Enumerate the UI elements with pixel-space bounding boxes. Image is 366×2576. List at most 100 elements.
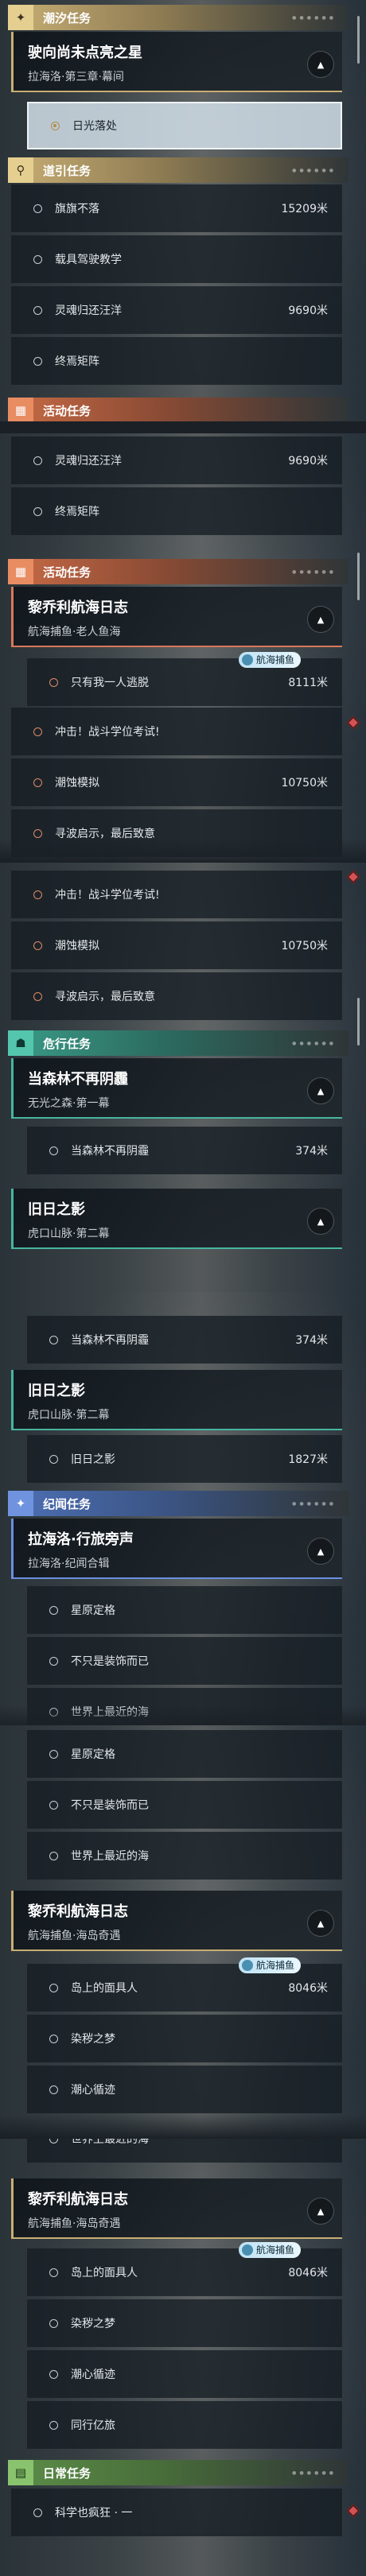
mission-card[interactable]: 当森林不再阴霾 无光之森·第一幕 ▲: [11, 1058, 342, 1119]
task-distance: 8111米: [288, 677, 328, 689]
task-label: 潮心循迹: [71, 2084, 115, 2097]
task-row[interactable]: 终焉矩阵: [11, 487, 342, 535]
task-row[interactable]: 岛上的面具人 8046米 航海捕鱼: [27, 1957, 342, 2012]
task-label: 潮蚀模拟: [55, 777, 99, 789]
fishing-tag: 航海捕鱼: [238, 2242, 301, 2258]
alert-diamond-icon: [346, 2504, 360, 2518]
alert-diamond-icon: [346, 716, 360, 730]
task-row[interactable]: 岛上的面具人 8046米 航海捕鱼: [27, 2242, 342, 2296]
task-row[interactable]: 潮心循迹: [27, 2350, 342, 2398]
task-row[interactable]: 灵魂归还汪洋 9690米: [11, 436, 342, 484]
task-row-selected[interactable]: 日光落处: [27, 102, 342, 149]
category-title: 日常任务: [43, 2465, 92, 2481]
chevron-up-icon[interactable]: ▲: [307, 51, 334, 78]
status-ring-icon: [49, 1656, 58, 1666]
mission-subtitle: 无光之森·第一幕: [28, 1097, 110, 1110]
task-row[interactable]: 世界上最近的海: [27, 1832, 342, 1880]
status-ring-icon: [49, 2268, 58, 2277]
mission-subtitle: 拉海洛·第三章·幕间: [28, 71, 124, 83]
mission-card[interactable]: 黎乔利航海日志 航海捕鱼·老人鱼海 ▲: [11, 587, 342, 647]
task-row[interactable]: 星原定格: [27, 1586, 342, 1634]
task-row[interactable]: 灵魂归还汪洋 9690米: [11, 286, 342, 334]
task-row[interactable]: 冲击！战斗学位考试!: [11, 708, 342, 755]
task-label: 冲击！战斗学位考试!: [55, 889, 160, 902]
category-title: 活动任务: [43, 403, 92, 418]
screen-frame-4: 当森林不再阴霾 374米 旧日之影 虎口山脉·第二幕 旧日之影 1827米 ✦ …: [0, 1292, 366, 1725]
category-daily[interactable]: ▤ 日常任务 ● ● ● ● ● ●: [8, 2460, 348, 2485]
screen-frame-3: 冲击！战斗学位考试! 潮蚀模拟 10750米 寻波启示，最后致意 ☗ 危行任务 …: [0, 863, 366, 1292]
task-row[interactable]: 当森林不再阴霾 374米: [27, 1316, 342, 1364]
task-label: 终焉矩阵: [55, 506, 99, 518]
task-label: 旧日之影: [71, 1453, 115, 1466]
mission-card[interactable]: 旧日之影 虎口山脉·第二幕 ▲: [11, 1189, 342, 1249]
task-row[interactable]: 当森林不再阴霾 374米: [27, 1127, 342, 1174]
mission-subtitle: 航海捕鱼·老人鱼海: [28, 626, 121, 638]
task-row[interactable]: 世界上最近的海: [27, 2139, 342, 2163]
task-label: 当森林不再阴霾: [71, 1145, 149, 1158]
task-row[interactable]: 科学也疯狂 · 一: [11, 2489, 342, 2536]
status-ring-icon: [33, 890, 42, 899]
task-row[interactable]: 旗旗不落 15209米: [11, 184, 342, 232]
task-row[interactable]: 旧日之影 1827米: [27, 1435, 342, 1483]
chevron-up-icon[interactable]: ▲: [307, 1208, 334, 1235]
status-ring-icon: [49, 1800, 58, 1810]
status-ring-icon: [33, 305, 42, 315]
task-row[interactable]: 寻波启示，最后致意: [11, 972, 342, 1020]
chevron-up-icon[interactable]: ▲: [307, 1910, 334, 1937]
task-row[interactable]: 不只是装饰而已: [27, 1781, 342, 1829]
divider: [14, 646, 342, 647]
decor-dots: ● ● ● ● ● ●: [292, 167, 334, 173]
task-row[interactable]: 潮心循迹: [27, 2066, 342, 2113]
status-ring-icon: [49, 2420, 58, 2430]
calendar-icon: ▦: [8, 398, 33, 421]
screen-frame-2: 灵魂归还汪洋 9690米 终焉矩阵 ▦ 活动任务 ● ● ● ● ● ● 黎乔利…: [0, 433, 366, 863]
mission-card[interactable]: 黎乔利航海日志 航海捕鱼·海岛奇遇 ▲: [11, 1891, 342, 1951]
mission-card[interactable]: 旧日之影 虎口山脉·第二幕: [11, 1370, 342, 1430]
task-label: 不只是装饰而已: [71, 1655, 149, 1668]
mission-title: 黎乔利航海日志: [28, 599, 128, 616]
task-label: 灵魂归还汪洋: [55, 455, 122, 467]
task-label: 潮心循迹: [71, 2368, 115, 2381]
chevron-up-icon[interactable]: ▲: [307, 606, 334, 633]
task-row[interactable]: 潮蚀模拟 10750米: [11, 758, 342, 806]
task-row[interactable]: 冲击！战斗学位考试!: [11, 871, 342, 918]
task-distance: 15209米: [281, 203, 328, 215]
task-label: 灵魂归还汪洋: [55, 305, 122, 317]
task-label: 不只是装饰而已: [71, 1799, 149, 1812]
category-activity[interactable]: ▦ 活动任务 ● ● ● ● ● ●: [8, 559, 348, 584]
mission-card[interactable]: 驶向尚未点亮之星 拉海洛·第三章·幕间 ▲: [11, 32, 342, 92]
status-ring-icon: [49, 2139, 58, 2143]
task-row[interactable]: 星原定格: [27, 1730, 342, 1778]
task-row[interactable]: 同行亿旅: [27, 2401, 342, 2449]
category-activity-partial[interactable]: ▦ 活动任务: [8, 398, 348, 421]
task-distance: 1827米: [288, 1453, 328, 1466]
screen-frame-5: 星原定格 不只是装饰而已 世界上最近的海 黎乔利航海日志 航海捕鱼·海岛奇遇 ▲…: [0, 1725, 366, 2139]
task-label: 冲击！战斗学位考试!: [55, 726, 160, 739]
mission-card[interactable]: 拉海洛·行旅旁声 拉海洛·纪闻合辑 ▲: [11, 1519, 342, 1579]
scrollbar[interactable]: [357, 998, 360, 1046]
task-row[interactable]: 潮蚀模拟 10750米: [11, 921, 342, 969]
category-record[interactable]: ✦ 纪闻任务 ● ● ● ● ● ●: [8, 1491, 348, 1516]
category-guide[interactable]: ⚲ 道引任务 ● ● ● ● ● ●: [8, 157, 348, 183]
task-row[interactable]: 不只是装饰而已: [27, 1637, 342, 1685]
task-row[interactable]: 染秽之梦: [27, 2015, 342, 2062]
mission-card[interactable]: 黎乔利航海日志 航海捕鱼·海岛奇遇 ▲: [11, 2178, 342, 2239]
status-ring-icon: [49, 677, 58, 687]
chevron-up-icon[interactable]: ▲: [307, 1077, 334, 1104]
scrollbar[interactable]: [357, 553, 360, 600]
scrollbar[interactable]: [357, 16, 360, 64]
task-label: 潮蚀模拟: [55, 940, 99, 952]
task-row[interactable]: 染秽之梦: [27, 2299, 342, 2347]
decor-dots: ● ● ● ● ● ●: [292, 568, 334, 575]
task-row[interactable]: 只有我一人逃脱 8111米 航海捕鱼: [27, 652, 342, 706]
task-distance: 10750米: [281, 940, 328, 952]
screen-frame-1: ✦ 潮汐任务 ● ● ● ● ● ● 驶向尚未点亮之星 拉海洛·第三章·幕间 ▲…: [0, 0, 366, 421]
task-row[interactable]: 载具驾驶教学: [11, 235, 342, 283]
mask-icon: ☗: [8, 1030, 33, 1056]
category-danger[interactable]: ☗ 危行任务 ● ● ● ● ● ●: [8, 1030, 348, 1056]
task-row[interactable]: 终焉矩阵: [11, 337, 342, 385]
chevron-up-icon[interactable]: ▲: [307, 2198, 334, 2225]
category-tide[interactable]: ✦ 潮汐任务 ● ● ● ● ● ●: [8, 5, 348, 30]
chevron-up-icon[interactable]: ▲: [307, 1538, 334, 1565]
divider: [14, 1949, 342, 1951]
